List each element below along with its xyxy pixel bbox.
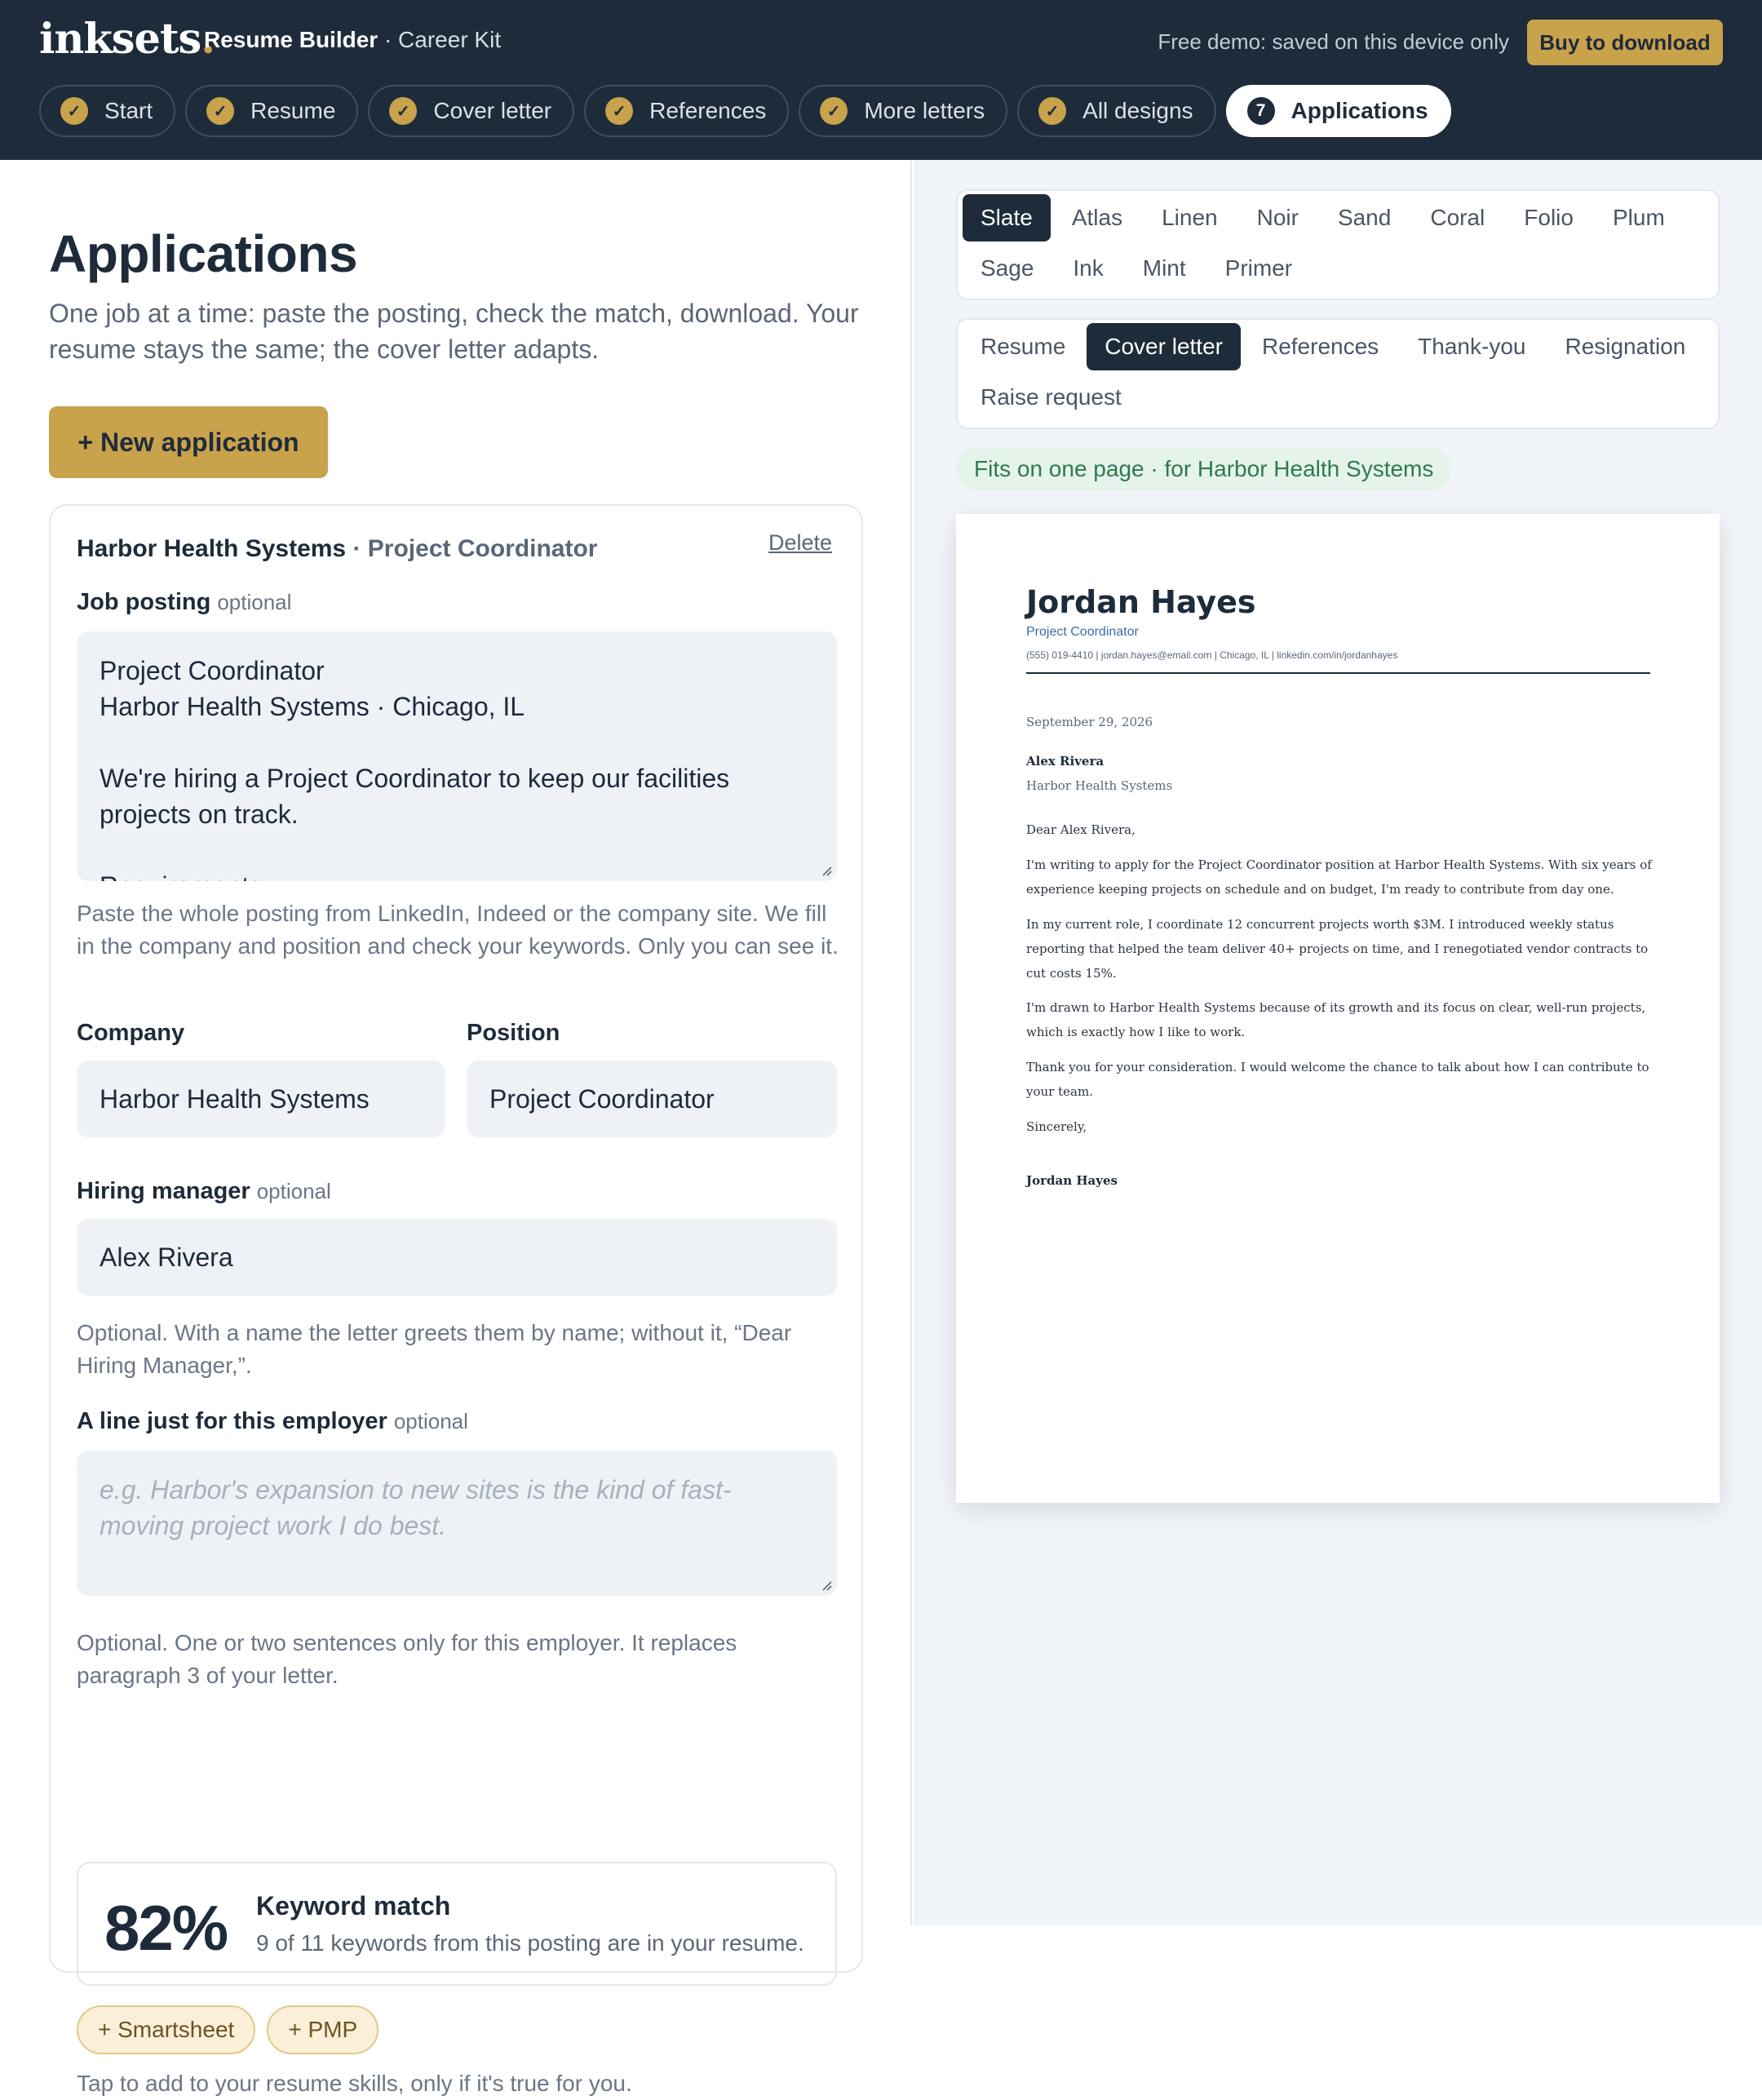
letter-date: September 29, 2026 xyxy=(1026,715,1153,729)
company-input[interactable]: Harbor Health Systems xyxy=(77,1061,445,1137)
step-number-badge: 7 xyxy=(1246,97,1275,125)
page-title: Applications xyxy=(49,224,358,283)
step-applications[interactable]: 7 Applications xyxy=(1225,85,1451,137)
step-cover-letter[interactable]: ✓ Cover letter xyxy=(368,85,575,137)
theme-mint[interactable]: Mint xyxy=(1125,245,1204,292)
step-nav: ✓ Start ✓ Resume ✓ Cover letter ✓ References… xyxy=(39,85,1451,137)
letter-recipient-name: Alex Rivera xyxy=(1026,754,1105,769)
letter-recipient-company: Harbor Health Systems xyxy=(1026,778,1173,793)
top-bar: inksets. Resume Builder · Career Kit Fre… xyxy=(0,0,1762,160)
custom-line-textarea[interactable]: e.g. Harbor's expansion to new sites is … xyxy=(77,1451,837,1596)
letter-paragraph-1: I'm writing to apply for the Project Coo… xyxy=(1026,857,1652,897)
theme-ink[interactable]: Ink xyxy=(1055,245,1121,292)
step-more-letters[interactable]: ✓ More letters xyxy=(799,85,1008,137)
theme-sage[interactable]: Sage xyxy=(963,245,1051,292)
job-posting-label: Job posting optional xyxy=(77,589,292,615)
letter-role: Project Coordinator xyxy=(1026,625,1139,639)
position-input[interactable]: Project Coordinator xyxy=(467,1061,837,1137)
document-type-selector: Resume Cover letter References Thank-you… xyxy=(956,318,1720,429)
doc-tab-cover-letter[interactable]: Cover letter xyxy=(1087,323,1241,370)
check-icon: ✓ xyxy=(605,97,634,125)
theme-linen[interactable]: Linen xyxy=(1144,194,1236,241)
keyword-match-description: 9 of 11 keywords from this posting are i… xyxy=(256,1930,804,1956)
custom-line-placeholder: e.g. Harbor's expansion to new sites is … xyxy=(100,1475,732,1540)
keyword-match-title: Keyword match xyxy=(256,1891,451,1921)
letter-paragraph-2: In my current role, I coordinate 12 conc… xyxy=(1026,917,1649,981)
theme-atlas[interactable]: Atlas xyxy=(1054,194,1140,241)
page-description: One job at a time: paste the posting, ch… xyxy=(49,299,859,364)
missing-keyword-chips: + Smartsheet + PMP xyxy=(77,2005,379,2054)
hiring-manager-label: Hiring manager optional xyxy=(77,1178,331,1204)
preview-panel: Slate Atlas Linen Noir Sand Coral Folio … xyxy=(914,160,1762,1925)
cover-letter-preview: Jordan Hayes Project Coordinator (555) 0… xyxy=(956,514,1720,1503)
demo-note: Free demo: saved on this device only xyxy=(1158,29,1509,54)
theme-plum[interactable]: Plum xyxy=(1595,194,1683,241)
theme-selector: Slate Atlas Linen Noir Sand Coral Folio … xyxy=(956,189,1720,300)
company-label: Company xyxy=(77,1020,185,1046)
resize-grip-icon[interactable] xyxy=(819,1578,832,1591)
check-icon: ✓ xyxy=(389,97,418,125)
letter-name: Jordan Hayes xyxy=(1026,584,1256,620)
applications-panel: Applications One job at a time: paste th… xyxy=(0,160,912,2096)
doc-tab-thank-you[interactable]: Thank-you xyxy=(1400,323,1543,370)
letter-closing: Sincerely, xyxy=(1026,1119,1087,1134)
position-label: Position xyxy=(467,1020,560,1046)
letter-contact: (555) 019-4410 | jordan.hayes@email.com … xyxy=(1026,649,1398,661)
keywords-help: Tap to add to your resume skills, only i… xyxy=(77,2071,632,2096)
new-application-button[interactable]: + New application xyxy=(49,406,328,478)
custom-line-label: A line just for this employer optional xyxy=(77,1408,468,1434)
check-icon: ✓ xyxy=(60,97,88,125)
doc-tab-references[interactable]: References xyxy=(1244,323,1397,370)
keyword-chip-smartsheet[interactable]: + Smartsheet xyxy=(77,2005,256,2054)
doc-tab-raise-request[interactable]: Raise request xyxy=(963,374,1140,421)
app-title: Resume Builder · Career Kit xyxy=(204,27,502,52)
delete-application-link[interactable]: Delete xyxy=(768,530,832,556)
theme-sand[interactable]: Sand xyxy=(1320,194,1409,241)
theme-noir[interactable]: Noir xyxy=(1239,194,1317,241)
application-card: Harbor Health Systems · Project Coordina… xyxy=(49,504,863,2096)
doc-tab-resignation[interactable]: Resignation xyxy=(1547,323,1703,370)
step-references[interactable]: ✓ References xyxy=(584,85,790,137)
doc-tab-resume[interactable]: Resume xyxy=(963,323,1083,370)
custom-line-help: Optional. One or two sentences only for … xyxy=(77,1630,737,1688)
letter-paragraph-4: Thank you for your consideration. I woul… xyxy=(1026,1060,1649,1099)
letter-signature: Jordan Hayes xyxy=(1026,1173,1118,1188)
fits-status-badge: Fits on one page · for Harbor Health Sys… xyxy=(956,447,1452,491)
check-icon: ✓ xyxy=(820,97,848,125)
letter-paragraph-3: I'm drawn to Harbor Health Systems becau… xyxy=(1026,1000,1646,1039)
hiring-manager-input[interactable]: Alex Rivera xyxy=(77,1219,837,1296)
theme-primer[interactable]: Primer xyxy=(1207,245,1310,292)
theme-folio[interactable]: Folio xyxy=(1506,194,1592,241)
brand-logo[interactable]: inksets. xyxy=(39,15,215,64)
step-resume[interactable]: ✓ Resume xyxy=(185,85,359,137)
step-start[interactable]: ✓ Start xyxy=(39,85,176,137)
letter-greeting: Dear Alex Rivera, xyxy=(1026,822,1136,837)
keyword-match-box: 82% Keyword match 9 of 11 keywords from … xyxy=(77,1862,837,1986)
check-icon: ✓ xyxy=(1038,97,1067,125)
step-all-designs[interactable]: ✓ All designs xyxy=(1017,85,1216,137)
job-posting-help: Paste the whole posting from LinkedIn, I… xyxy=(77,901,839,959)
keyword-match-percent: 82% xyxy=(104,1892,228,1964)
theme-coral[interactable]: Coral xyxy=(1412,194,1503,241)
letter-divider xyxy=(1026,672,1650,674)
keyword-chip-pmp[interactable]: + PMP xyxy=(267,2005,379,2054)
hiring-manager-help: Optional. With a name the letter greets … xyxy=(77,1320,792,1378)
resize-grip-icon[interactable] xyxy=(819,863,832,876)
job-posting-textarea[interactable]: Project Coordinator Harbor Health System… xyxy=(77,631,837,881)
application-heading: Harbor Health Systems · Project Coordina… xyxy=(77,535,598,562)
theme-slate[interactable]: Slate xyxy=(963,194,1051,241)
check-icon: ✓ xyxy=(206,97,235,125)
buy-to-download-button[interactable]: Buy to download xyxy=(1527,20,1723,65)
